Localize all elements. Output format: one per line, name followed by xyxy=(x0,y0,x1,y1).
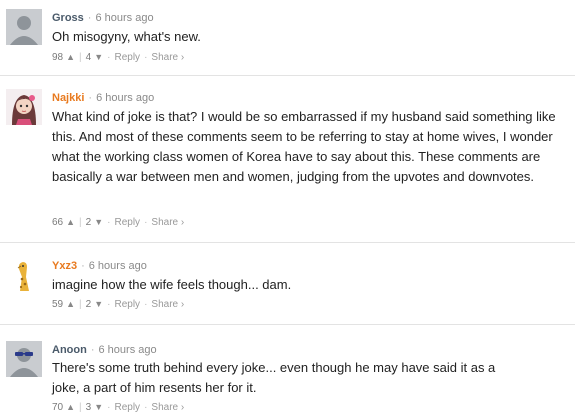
comment-author[interactable]: Anoon xyxy=(52,344,87,356)
downvote-icon[interactable]: ▼ xyxy=(94,52,103,62)
user-avatar[interactable] xyxy=(6,89,42,125)
comment-actions: 70 ▲ | 3 ▼ · Reply · Share › xyxy=(52,402,185,413)
comment-header: Yxz3 · 6 hours ago xyxy=(52,260,147,272)
upvote-icon[interactable]: ▲ xyxy=(66,217,75,227)
reply-link[interactable]: Reply xyxy=(114,217,140,228)
comment-header: Najkki · 6 hours ago xyxy=(52,92,155,104)
downvote-icon[interactable]: ▼ xyxy=(94,217,103,227)
user-avatar[interactable] xyxy=(6,341,42,377)
comment-timestamp[interactable]: 6 hours ago xyxy=(96,92,154,104)
comment-divider xyxy=(0,242,575,243)
share-link[interactable]: Share › xyxy=(151,402,184,413)
comment-divider xyxy=(0,75,575,76)
downvote-count: 3 xyxy=(85,402,92,413)
comment-actions: 66 ▲ | 2 ▼ · Reply · Share › xyxy=(52,217,185,228)
comment-author[interactable]: Gross xyxy=(52,12,84,24)
downvote-count: 2 xyxy=(85,299,92,310)
comment-author[interactable]: Yxz3 xyxy=(52,260,77,272)
upvote-count: 98 xyxy=(52,52,64,63)
downvote-icon[interactable]: ▼ xyxy=(94,402,103,412)
comment-text: There's some truth behind every joke... … xyxy=(52,360,496,395)
comment: Gross · 6 hours ago Oh misogyny, what's ne… xyxy=(0,0,575,72)
default-avatar[interactable] xyxy=(6,9,42,45)
upvote-icon[interactable]: ▲ xyxy=(66,299,75,309)
share-link[interactable]: Share › xyxy=(151,52,184,63)
comment-text: What kind of joke is that? I would be so… xyxy=(52,109,556,184)
comment-text: imagine how the wife feels though... dam… xyxy=(52,277,292,292)
reply-link[interactable]: Reply xyxy=(114,52,140,63)
downvote-count: 4 xyxy=(85,52,92,63)
downvote-count: 2 xyxy=(85,217,92,228)
upvote-count: 59 xyxy=(52,299,64,310)
comment-actions: 98 ▲ | 4 ▼ · Reply · Share › xyxy=(52,52,185,63)
upvote-icon[interactable]: ▲ xyxy=(66,402,75,412)
comment: Najkki · 6 hours ago What kind of joke is … xyxy=(0,80,575,240)
upvote-count: 66 xyxy=(52,217,64,228)
comment-header: Anoon · 6 hours ago xyxy=(52,344,157,356)
comment-timestamp[interactable]: 6 hours ago xyxy=(99,344,157,356)
comment-header: Gross · 6 hours ago xyxy=(52,12,154,24)
comment-divider xyxy=(0,324,575,325)
comment-timestamp[interactable]: 6 hours ago xyxy=(89,260,147,272)
comment: Anoon · 6 hours ago There's some truth beh… xyxy=(0,334,575,418)
comment-author[interactable]: Najkki xyxy=(52,92,84,104)
share-link[interactable]: Share › xyxy=(151,299,184,310)
downvote-icon[interactable]: ▼ xyxy=(94,299,103,309)
comment-actions: 59 ▲ | 2 ▼ · Reply · Share › xyxy=(52,299,185,310)
user-avatar[interactable] xyxy=(6,257,42,293)
upvote-icon[interactable]: ▲ xyxy=(66,52,75,62)
share-link[interactable]: Share › xyxy=(151,217,184,228)
reply-link[interactable]: Reply xyxy=(114,402,140,413)
comment-text: Oh misogyny, what's new. xyxy=(52,29,201,44)
upvote-count: 70 xyxy=(52,402,64,413)
comment: Yxz3 · 6 hours ago imagine how the wife fe… xyxy=(0,248,575,320)
comment-timestamp[interactable]: 6 hours ago xyxy=(95,12,153,24)
reply-link[interactable]: Reply xyxy=(114,299,140,310)
